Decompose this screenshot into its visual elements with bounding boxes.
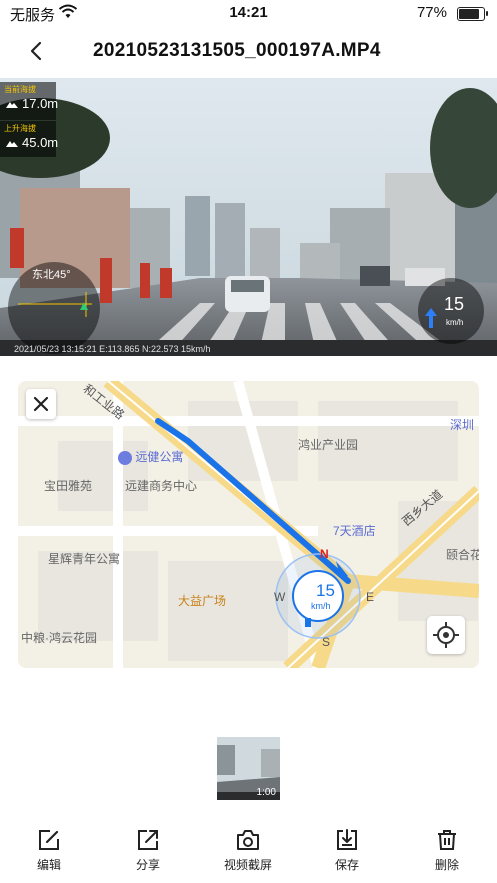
battery-percent: 77% bbox=[416, 4, 447, 21]
heading-compass: 东北45° bbox=[8, 262, 100, 354]
poi-label: 远健公寓 bbox=[135, 450, 184, 464]
tool-label: 删除 bbox=[434, 858, 459, 872]
poi-marker[interactable]: 深圳 bbox=[450, 416, 474, 433]
poi-marker[interactable]: 颐合花 bbox=[446, 546, 479, 563]
hotel-icon bbox=[118, 450, 132, 465]
share-button[interactable]: 分享 bbox=[103, 820, 193, 874]
altitude-panel: 当前海拔 17.0m bbox=[0, 82, 59, 120]
compass-west: W bbox=[274, 590, 286, 604]
map-speed-unit: km/h bbox=[311, 601, 331, 611]
climb-panel: 上升海拔 45.0m bbox=[0, 121, 59, 157]
close-icon bbox=[33, 396, 49, 412]
compass-south: S bbox=[322, 635, 331, 649]
tool-label: 保存 bbox=[334, 858, 359, 872]
video-timestamp-overlay: 2021/05/23 13:15:21 E:113.865 N:22.573 1… bbox=[14, 344, 211, 354]
camera-icon bbox=[237, 830, 259, 850]
chevron-left-icon bbox=[30, 41, 42, 61]
speed-arrow-icon bbox=[425, 308, 437, 328]
trash-icon bbox=[438, 830, 456, 850]
compass-east: E bbox=[366, 590, 375, 604]
video-player[interactable]: 当前海拔 17.0m 上升海拔 45.0m 东北45° 15 km/h 2021… bbox=[0, 78, 497, 356]
poi-label: 星辉青年公寓 bbox=[48, 552, 121, 566]
poi-marker[interactable]: 中粮·鸿云花园 bbox=[21, 629, 97, 646]
video-thumbnail[interactable]: 1:00 bbox=[217, 737, 280, 800]
poi-marker[interactable]: 星辉青年公寓 bbox=[48, 550, 120, 567]
poi-label: 中粮·鸿云花园 bbox=[21, 631, 97, 645]
video-speed-unit: km/h bbox=[446, 318, 464, 327]
poi-label: 大益广场 bbox=[178, 594, 227, 608]
map-speed-value: 15 bbox=[316, 581, 335, 600]
mountain-icon bbox=[6, 135, 18, 150]
poi-label: 鸿业产业园 bbox=[298, 438, 359, 452]
poi-label: 7天酒店 bbox=[333, 524, 376, 538]
thumbnail-duration: 1:00 bbox=[256, 787, 276, 798]
heading-arrow-icon bbox=[18, 292, 92, 317]
edit-button[interactable]: 编辑 bbox=[4, 820, 94, 874]
delete-button[interactable]: 删除 bbox=[402, 820, 492, 874]
video-speed-value: 15 bbox=[444, 294, 465, 314]
poi-label: 颐合花 bbox=[446, 548, 479, 562]
mountain-icon bbox=[6, 96, 18, 111]
share-icon bbox=[138, 830, 158, 850]
screenshot-button[interactable]: 视频截屏 bbox=[203, 820, 293, 874]
battery-icon bbox=[457, 7, 488, 21]
close-map-button[interactable] bbox=[26, 389, 56, 419]
bottom-toolbar: 编辑 分享 视频截屏 保存 删除 bbox=[0, 820, 497, 883]
video-speed-gauge: 15 km/h bbox=[418, 278, 484, 344]
poi-marker[interactable]: 鸿业产业园 bbox=[298, 436, 358, 453]
poi-marker[interactable]: 大益广场 bbox=[178, 592, 226, 609]
poi-label: 深圳 bbox=[450, 418, 475, 432]
poi-label: 远建商务中心 bbox=[125, 479, 198, 493]
poi-marker[interactable]: 远建商务中心 bbox=[125, 477, 197, 494]
climb-value: 45.0m bbox=[22, 135, 59, 150]
route-map[interactable]: 和工业路 西乡大道 远健公寓 鸿业产业园 宝田雅苑 远建商务中心 7天酒店 星辉… bbox=[18, 381, 479, 668]
save-icon bbox=[337, 829, 357, 850]
save-button[interactable]: 保存 bbox=[302, 820, 392, 874]
crosshair-icon bbox=[433, 622, 459, 648]
altitude-label: 当前海拔 bbox=[4, 85, 36, 94]
back-button[interactable] bbox=[22, 36, 52, 66]
compass-north: N bbox=[320, 547, 329, 561]
status-bar: 无服务 14:21 77% bbox=[0, 0, 497, 28]
tool-label: 视频截屏 bbox=[223, 858, 272, 872]
poi-label: 宝田雅苑 bbox=[44, 479, 93, 493]
poi-marker[interactable]: 宝田雅苑 bbox=[44, 477, 92, 494]
nav-bar: 20210523131505_000197A.MP4 bbox=[0, 30, 497, 74]
locate-button[interactable] bbox=[427, 616, 465, 654]
altitude-value: 17.0m bbox=[22, 96, 59, 111]
climb-label: 上升海拔 bbox=[4, 124, 36, 133]
tool-label: 分享 bbox=[135, 858, 160, 872]
page-title: 20210523131505_000197A.MP4 bbox=[93, 40, 381, 61]
edit-icon bbox=[39, 830, 59, 850]
poi-marker[interactable]: 远健公寓 bbox=[118, 448, 183, 465]
poi-marker[interactable]: 7天酒店 bbox=[333, 522, 376, 539]
tool-label: 编辑 bbox=[36, 858, 61, 872]
